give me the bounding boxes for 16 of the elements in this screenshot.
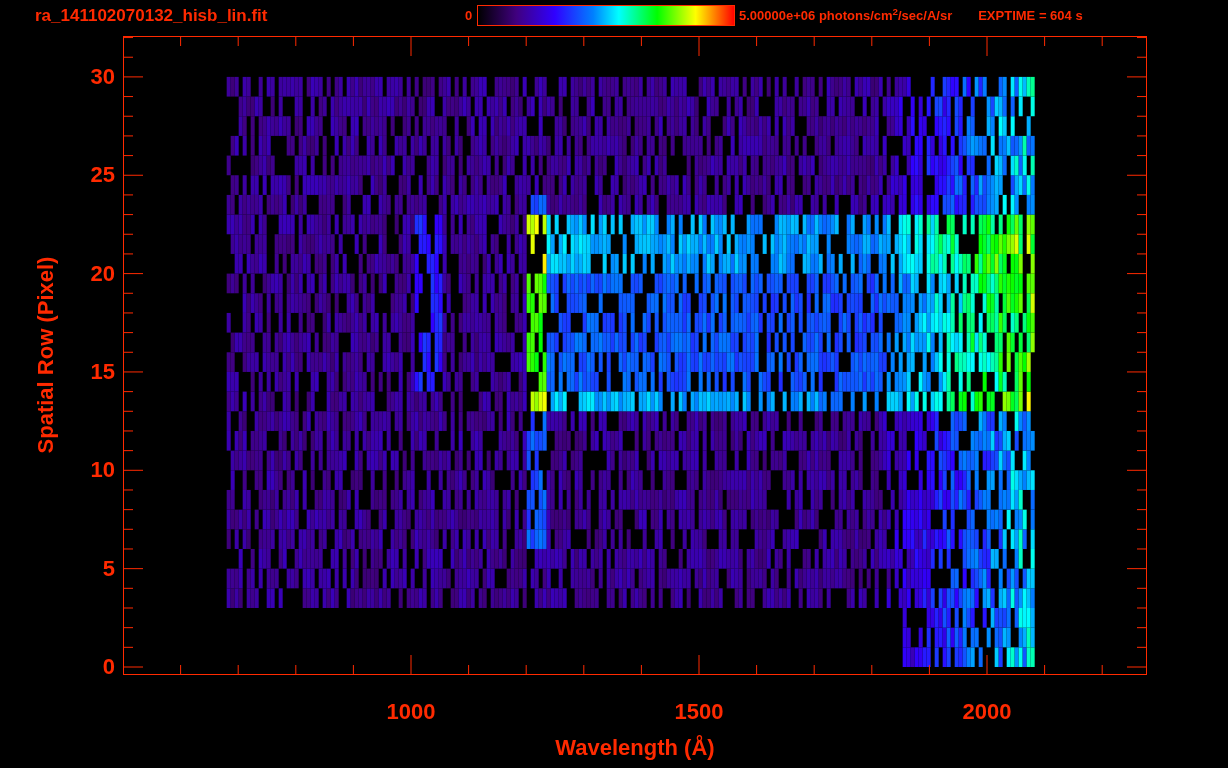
y-tick-label: 10 bbox=[90, 458, 115, 483]
y-tick-label: 25 bbox=[90, 163, 115, 188]
exposure-time-label: EXPTIME = 604 s bbox=[978, 7, 1083, 25]
x-tick-label: 1500 bbox=[674, 699, 724, 725]
y-axis-label: Spatial Row (Pixel) bbox=[31, 256, 59, 454]
y-tick-label: 30 bbox=[90, 64, 115, 89]
colorbar-min-label: 0 bbox=[465, 7, 474, 25]
y-tick-label: 20 bbox=[90, 261, 115, 286]
y-tick-label: 0 bbox=[102, 655, 115, 679]
y-tick-label: 15 bbox=[90, 359, 115, 384]
x-axis-label: Wavelength (Å) bbox=[555, 735, 715, 761]
x-tick-label: 1000 bbox=[386, 699, 436, 725]
y-tick-label: 5 bbox=[102, 556, 115, 581]
colorbar-max-label: 5.00000e+06 photons/cm$^{2}$/sec/A/sr bbox=[739, 6, 953, 25]
file-title: ra_141102070132_hisb_lin.fit bbox=[35, 6, 269, 26]
x-tick-label: 2000 bbox=[962, 699, 1012, 725]
